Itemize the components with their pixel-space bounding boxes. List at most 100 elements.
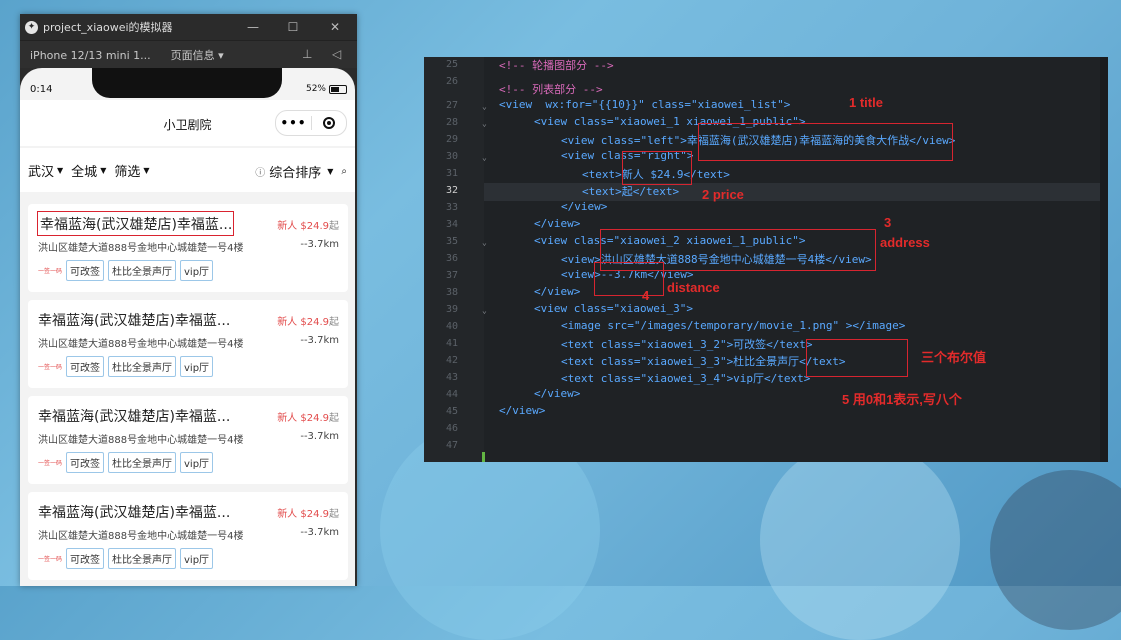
cinema-title: 幸福蓝海(武汉雄楚店)幸福蓝... (37, 211, 235, 236)
line-number: 44 (446, 389, 459, 400)
annotation-box-title (698, 123, 953, 161)
line-number: 41 (446, 338, 459, 349)
line-number-current: 32 (446, 185, 459, 196)
simulator-window-title: project_xiaowei的模拟器 (43, 21, 173, 34)
tag-vip: vip厅 (180, 356, 214, 377)
cinema-tags: 一签一码 可改签 杜比全景声厅 vip厅 (38, 548, 217, 569)
wallpaper-shape (760, 440, 960, 640)
maximize-icon[interactable]: ☐ (278, 14, 308, 40)
cinema-address: 洪山区雄楚大道888号金地中心城雄楚一号4楼 (38, 339, 244, 350)
price-suffix: 起 (329, 221, 339, 232)
sort-label: 综合排序 (269, 166, 322, 181)
code-line-33: <text>起</text> (582, 185, 680, 198)
tag-refundable: 可改签 (66, 356, 105, 377)
caret-down-icon: ▼ (100, 165, 107, 175)
filter-bar: 武汉 ▼ 全城 ▼ 筛选 ▼ ⓘ 综合排序 ▼ ⌕ (20, 148, 355, 192)
code-line-34: </view> (561, 200, 608, 213)
cinema-card[interactable]: 幸福蓝海(武汉雄楚店)幸福蓝... 新人 $24.9起 洪山区雄楚大道888号金… (28, 396, 348, 484)
cinema-price: 新人 $24.9起 (277, 409, 339, 424)
close-miniprogram-icon[interactable] (312, 117, 346, 129)
annotation-eight-values: 5 用0和1表示,写八个 (842, 392, 962, 407)
fold-chevron-icon[interactable]: ⌄ (482, 102, 487, 111)
editor-scrollbar[interactable] (1100, 57, 1108, 462)
cinema-card[interactable]: 幸福蓝海(武汉雄楚店)幸福蓝... 新人 $24.9起 洪山区雄楚大道888号金… (28, 300, 348, 388)
line-number: 36 (446, 253, 459, 264)
sort-dropdown[interactable]: ⓘ 综合排序 ▼ ⌕ (255, 162, 347, 181)
annotation-box-distance (594, 262, 664, 296)
code-line-44: <text class="xiaowei_3_4">vip厅</text> (561, 372, 811, 385)
cinema-tags: 一签一码 可改签 杜比全景声厅 vip厅 (38, 452, 217, 473)
info-icon: ⓘ (255, 168, 266, 179)
minimize-icon[interactable]: — (238, 14, 268, 40)
more-icon[interactable]: ••• (276, 116, 311, 130)
phone-notch (92, 68, 282, 98)
code-editor[interactable]: 25 26 27 28 29 30 31 32 33 34 35 36 37 3… (424, 57, 1108, 462)
area-filter[interactable]: 全城 ▼ (71, 161, 106, 180)
battery-percent: 52% (305, 84, 326, 94)
cinema-address: 洪山区雄楚大道888号金地中心城雄楚一号4楼 (38, 531, 244, 542)
annotation-address: address (880, 235, 930, 250)
price-value: 新人 $24.9 (277, 413, 329, 424)
cinema-title: 幸福蓝海(武汉雄楚店)幸福蓝... (38, 505, 231, 521)
price-suffix: 起 (329, 317, 339, 328)
annotation-booleans: 三个布尔值 (921, 350, 987, 365)
line-number: 27 (446, 100, 459, 111)
annotation-address-num: 3 (884, 215, 892, 230)
line-number: 28 (446, 117, 459, 128)
git-change-marker (482, 452, 485, 462)
close-icon[interactable]: ✕ (320, 14, 350, 40)
line-number: 43 (446, 372, 459, 383)
cinema-price: 新人 $24.9起 (277, 505, 339, 520)
cinema-distance: --3.7km (300, 431, 339, 442)
line-number: 33 (446, 202, 459, 213)
code-line-46: </view> (499, 404, 546, 417)
price-value: 新人 $24.9 (277, 317, 329, 328)
code-line-43: <text class="xiaowei_3_3">杜比全景声厅</text> (561, 355, 846, 368)
simulator-window: ✦ project_xiaowei的模拟器 — ☐ ✕ iPhone 12/13… (20, 14, 357, 586)
cinema-distance: --3.7km (300, 527, 339, 538)
cinema-card[interactable]: 幸福蓝海(武汉雄楚店)幸福蓝... 新人 $24.9起 洪山区雄楚大道888号金… (28, 492, 348, 580)
cinema-tags: 一签一码 可改签 杜比全景声厅 vip厅 (38, 356, 217, 377)
city-filter-label: 武汉 (28, 164, 55, 180)
tag-vip: vip厅 (180, 452, 214, 473)
line-number: 34 (446, 219, 459, 230)
code-line-40: <view class="xiaowei_3"> (534, 302, 693, 315)
line-number: 45 (446, 406, 459, 417)
line-number: 37 (446, 270, 459, 281)
fold-chevron-icon[interactable]: ⌄ (482, 153, 487, 162)
line-number: 29 (446, 134, 459, 145)
pin-icon[interactable]: ⊥ (302, 47, 312, 61)
line-number: 31 (446, 168, 459, 179)
current-line-highlight (484, 183, 1108, 201)
page-info-dropdown[interactable]: 页面信息 ▾ (171, 47, 224, 63)
tag-refundable: 可改签 (66, 548, 105, 569)
fold-chevron-icon[interactable]: ⌄ (482, 238, 487, 247)
tag-refundable: 可改签 (66, 452, 105, 473)
caret-down-icon: ▼ (143, 165, 150, 175)
annotation-title: 1 title (849, 95, 883, 110)
code-line-41: <image src="/images/temporary/movie_1.pn… (561, 319, 906, 332)
city-filter[interactable]: 武汉 ▼ (28, 161, 63, 180)
status-time: 0:14 (30, 84, 53, 95)
cinema-title: 幸福蓝海(武汉雄楚店)幸福蓝... (38, 313, 231, 329)
code-line-39: </view> (534, 285, 581, 298)
code-line-45: </view> (534, 387, 581, 400)
cinema-card[interactable]: 幸福蓝海(武汉雄楚店)幸福蓝... 新人 $24.9起 洪山区雄楚大道888号金… (28, 204, 348, 292)
search-icon[interactable]: ⌕ (341, 166, 347, 177)
annotation-box-price (622, 151, 692, 185)
code-line-35: </view> (534, 217, 581, 230)
caret-down-icon: ▼ (327, 167, 334, 176)
code-line-28: <view wx:for="{{10}}" class="xiaowei_lis… (499, 98, 791, 111)
annotation-distance: distance (667, 280, 720, 295)
phone-frame: 0:14 52% 小卫剧院 ••• 武汉▼ 全城▼ 筛选▼ ⓘ 综合排序 (20, 68, 357, 586)
mute-icon[interactable]: ◁ (332, 47, 341, 61)
line-number: 42 (446, 355, 459, 366)
more-filter[interactable]: 筛选 ▼ (114, 161, 149, 180)
fold-chevron-icon[interactable]: ⌄ (482, 119, 487, 128)
status-battery: 52% (306, 84, 347, 94)
tag-refundable: 可改签 (66, 260, 105, 281)
fold-chevron-icon[interactable]: ⌄ (482, 306, 487, 315)
cinema-distance: --3.7km (300, 239, 339, 250)
device-select[interactable]: iPhone 12/13 mini 1... (30, 49, 151, 62)
ticket-badge: 一签一码 (38, 460, 63, 467)
